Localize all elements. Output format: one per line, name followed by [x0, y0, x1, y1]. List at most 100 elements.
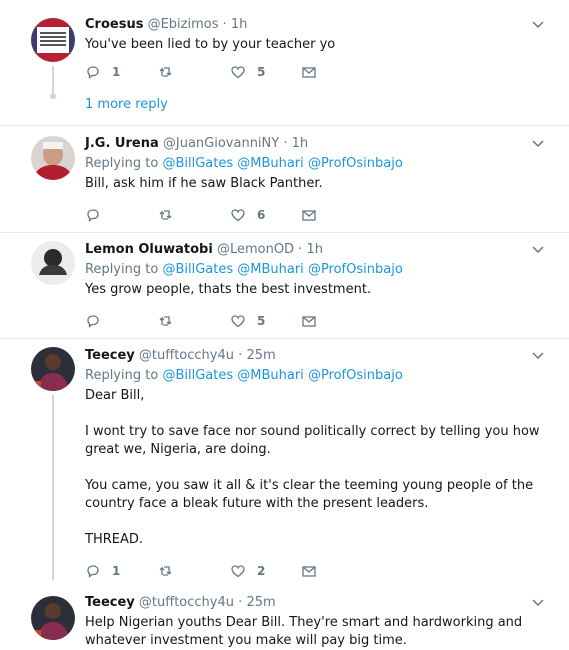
tweet-header: Croesus @Ebizimos · 1h	[85, 16, 545, 34]
user-handle[interactable]: @tufftocchy4u	[139, 595, 234, 610]
retweet-icon	[159, 210, 172, 220]
tweet-lemon-oluwatobi[interactable]: Lemon Oluwatobi @LemonOD · 1h Replying t…	[0, 233, 569, 337]
retweet-button[interactable]	[158, 561, 185, 581]
user-handle[interactable]: @JuanGiovanniNY	[163, 136, 279, 151]
display-name[interactable]: Teecey	[85, 595, 135, 610]
timestamp[interactable]: 25m	[246, 595, 275, 610]
tweet-croesus[interactable]: Croesus @Ebizimos · 1h You've been lied …	[0, 0, 569, 124]
envelope-icon	[302, 210, 316, 221]
like-button[interactable]: 5	[230, 62, 265, 82]
replying-to: Replying to @BillGates @MBuhari @ProfOsi…	[85, 367, 545, 385]
avatar[interactable]	[31, 136, 75, 180]
display-name[interactable]: J.G. Urena	[85, 136, 159, 151]
reply-button[interactable]: 1	[85, 561, 120, 581]
avatar[interactable]	[31, 241, 75, 285]
reply-button[interactable]: 1	[85, 62, 120, 82]
reply-icon	[87, 315, 99, 328]
avatar-image	[31, 136, 75, 180]
avatar-image	[31, 241, 75, 285]
avatar-image	[31, 18, 75, 62]
envelope-icon	[302, 67, 316, 78]
user-handle[interactable]: @Ebizimos	[148, 17, 219, 32]
direct-message-button[interactable]	[301, 62, 317, 82]
tweet-text: Dear Bill, I wont try to save face nor s…	[85, 388, 540, 547]
tweet-header: Teecey @tufftocchy4u · 25m	[85, 594, 545, 612]
user-handle[interactable]: @LemonOD	[217, 242, 294, 257]
retweet-button[interactable]	[158, 62, 185, 82]
tweet-text: You've been lied to by your teacher yo	[85, 37, 336, 52]
timestamp[interactable]: 25m	[246, 348, 275, 363]
avatar[interactable]	[31, 18, 75, 62]
mention-link[interactable]: @BillGates	[162, 262, 233, 277]
dot-separator: ·	[238, 348, 243, 363]
avatar-image	[31, 347, 75, 391]
chevron-down-icon[interactable]	[531, 16, 545, 34]
chevron-down-icon[interactable]	[531, 135, 545, 153]
tweet-text: Yes grow people, thats the best investme…	[85, 282, 372, 297]
thread-dot	[50, 93, 56, 99]
like-count: 5	[257, 65, 266, 79]
retweet-button[interactable]	[158, 311, 185, 331]
heart-icon	[231, 565, 245, 578]
dot-separator: ·	[238, 595, 243, 610]
tweet-text: Help Nigerian youths Dear Bill. They're …	[85, 615, 523, 648]
timestamp[interactable]: 1h	[231, 17, 248, 32]
timestamp[interactable]: 1h	[292, 136, 309, 151]
dot-separator: ·	[222, 17, 227, 32]
chevron-down-icon[interactable]	[531, 241, 545, 259]
replying-to-label: Replying to	[85, 156, 159, 171]
tweet-header: Teecey @tufftocchy4u · 25m	[85, 347, 545, 365]
heart-icon	[231, 315, 245, 328]
replying-to: Replying to @BillGates @MBuhari @ProfOsi…	[85, 261, 545, 279]
like-count: 5	[257, 314, 266, 328]
display-name[interactable]: Lemon Oluwatobi	[85, 242, 213, 257]
retweet-icon	[159, 316, 172, 326]
like-button[interactable]: 6	[230, 205, 265, 225]
envelope-icon	[302, 566, 316, 577]
replying-to-label: Replying to	[85, 262, 159, 277]
chevron-down-icon[interactable]	[531, 347, 545, 365]
like-button[interactable]: 2	[230, 561, 265, 581]
retweet-icon	[159, 566, 172, 576]
reply-icon	[87, 565, 99, 578]
direct-message-button[interactable]	[301, 205, 317, 225]
reply-count: 1	[112, 65, 121, 79]
mention-link[interactable]: @ProfOsinbajo	[308, 262, 403, 277]
replying-to: Replying to @BillGates @MBuhari @ProfOsi…	[85, 155, 545, 173]
tweet-header: J.G. Urena @JuanGiovanniNY · 1h	[85, 135, 545, 153]
retweet-button[interactable]	[158, 205, 185, 225]
dot-separator: ·	[298, 242, 303, 257]
show-more-replies-link[interactable]: 1 more reply	[85, 96, 168, 114]
like-button[interactable]: 5	[230, 311, 265, 331]
direct-message-button[interactable]	[301, 311, 317, 331]
mention-link[interactable]: @BillGates	[162, 368, 233, 383]
like-count: 2	[257, 564, 266, 578]
reply-button[interactable]	[85, 205, 112, 225]
thread-line	[52, 66, 54, 94]
avatar-image	[31, 596, 75, 640]
user-handle[interactable]: @tufftocchy4u	[139, 348, 234, 363]
timestamp[interactable]: 1h	[307, 242, 324, 257]
mention-link[interactable]: @ProfOsinbajo	[308, 368, 403, 383]
avatar[interactable]	[31, 347, 75, 391]
display-name[interactable]: Teecey	[85, 348, 135, 363]
tweet-teecey-thread[interactable]: Teecey @tufftocchy4u · 25m Replying to @…	[0, 339, 569, 584]
reply-icon	[87, 66, 99, 79]
mention-link[interactable]: @MBuhari	[237, 262, 304, 277]
mention-link[interactable]: @MBuhari	[237, 156, 304, 171]
tweet-teecey-continuation[interactable]: Teecey @tufftocchy4u · 25m Help Nigerian…	[0, 588, 569, 650]
tweet-jg-urena[interactable]: J.G. Urena @JuanGiovanniNY · 1h Replying…	[0, 126, 569, 232]
direct-message-button[interactable]	[301, 561, 317, 581]
like-count: 6	[257, 208, 266, 222]
mention-link[interactable]: @ProfOsinbajo	[308, 156, 403, 171]
mention-link[interactable]: @BillGates	[162, 156, 233, 171]
envelope-icon	[302, 316, 316, 327]
tweet-text: Bill, ask him if he saw Black Panther.	[85, 176, 323, 191]
avatar[interactable]	[31, 596, 75, 640]
display-name[interactable]: Croesus	[85, 17, 143, 32]
reply-button[interactable]	[85, 311, 112, 331]
mention-link[interactable]: @MBuhari	[237, 368, 304, 383]
reply-icon	[87, 209, 99, 222]
chevron-down-icon[interactable]	[531, 594, 545, 612]
reply-feed: Croesus @Ebizimos · 1h You've been lied …	[0, 0, 569, 650]
